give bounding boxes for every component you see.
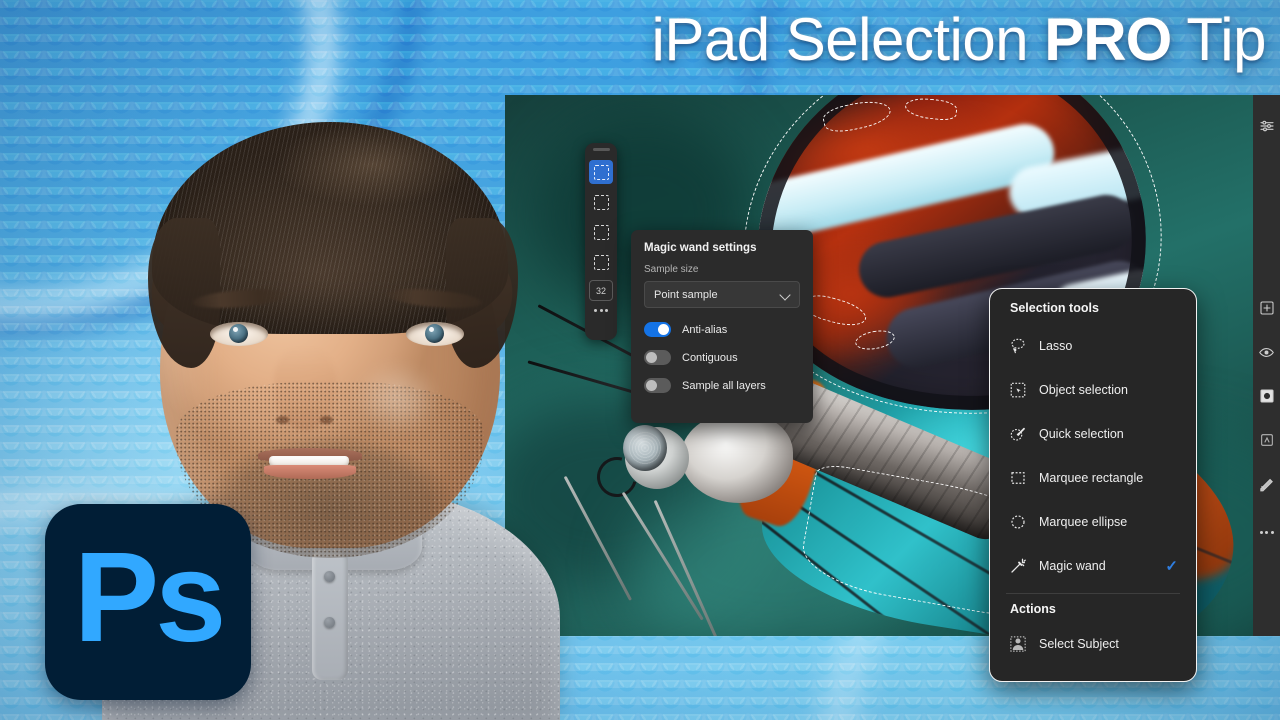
tool-item-quick-selection[interactable]: Quick selection <box>990 412 1196 456</box>
title-emphasis: PRO <box>1044 6 1172 73</box>
mask-icon[interactable] <box>1256 385 1278 407</box>
presenter-hair-side <box>148 218 220 368</box>
sample-size-dropdown[interactable]: Point sample <box>644 281 800 308</box>
sample-size-value: Point sample <box>654 288 718 301</box>
adjustment-icon[interactable] <box>1256 473 1278 495</box>
eye-icon[interactable] <box>1256 341 1278 363</box>
presenter-shirt-button <box>324 617 335 628</box>
screenshot-stage: 32 Magic wand settings Sample size Point… <box>0 0 1280 720</box>
anti-alias-row[interactable]: Anti-alias <box>644 322 800 337</box>
magic-wand-icon <box>1008 556 1028 576</box>
actions-heading: Actions <box>1010 602 1056 616</box>
presenter-eye <box>210 322 268 346</box>
intersect-selection-button[interactable] <box>589 250 613 274</box>
photoshop-logo: Ps <box>45 504 251 700</box>
sample-all-layers-toggle[interactable] <box>644 378 671 393</box>
tool-label: Quick selection <box>1039 427 1124 441</box>
quick-selection-icon <box>1008 424 1028 444</box>
tool-item-lasso[interactable]: Lasso <box>990 324 1196 368</box>
tool-item-marquee-rectangle[interactable]: Marquee rectangle <box>990 456 1196 500</box>
subtract-from-selection-button[interactable] <box>589 220 613 244</box>
tool-label: Object selection <box>1039 383 1128 397</box>
object-selection-icon <box>1008 380 1028 400</box>
contiguous-toggle[interactable] <box>644 350 671 365</box>
magic-wand-settings-panel: Magic wand settings Sample size Point sa… <box>631 230 813 423</box>
presenter-mouth <box>258 448 362 479</box>
subtract-from-selection-icon <box>593 224 609 240</box>
more-dots-icon[interactable] <box>1256 521 1278 543</box>
presenter-placket <box>312 550 348 680</box>
butterfly-thorax <box>681 413 793 503</box>
anti-alias-toggle[interactable] <box>644 322 671 337</box>
presenter-cheek-highlight <box>354 362 440 436</box>
contiguous-label: Contiguous <box>682 351 738 364</box>
add-layer-icon[interactable] <box>1256 297 1278 319</box>
panel-divider <box>1006 593 1180 594</box>
right-toolbar[interactable] <box>1253 95 1280 636</box>
action-item-select-subject[interactable]: Select Subject <box>990 622 1196 666</box>
presenter-eye <box>406 322 464 346</box>
selected-check-icon: ✓ <box>1165 557 1178 575</box>
panel-title: Magic wand settings <box>644 242 757 254</box>
selection-tools-panel: Selection tools Lasso Object selection Q… <box>989 288 1197 682</box>
presenter-shirt-button <box>324 571 335 582</box>
add-to-selection-icon <box>593 194 609 210</box>
rail-more-icon[interactable] <box>594 309 608 312</box>
new-selection-icon <box>593 164 609 180</box>
tool-label: Lasso <box>1039 339 1073 353</box>
title-part-2: Tip <box>1171 6 1266 73</box>
sample-all-layers-row[interactable]: Sample all layers <box>644 378 800 393</box>
selection-mode-rail[interactable]: 32 <box>585 143 617 340</box>
sample-all-layers-label: Sample all layers <box>682 379 766 392</box>
page-title: iPad Selection PRO Tip <box>651 8 1266 71</box>
tool-item-magic-wand[interactable]: Magic wand ✓ <box>990 544 1196 588</box>
tolerance-value[interactable]: 32 <box>589 280 613 301</box>
rail-drag-handle[interactable] <box>592 148 610 151</box>
add-to-selection-button[interactable] <box>589 190 613 214</box>
clipping-mask-icon[interactable] <box>1256 429 1278 451</box>
tool-label: Magic wand <box>1039 559 1106 573</box>
new-selection-button[interactable] <box>589 160 613 184</box>
contiguous-row[interactable]: Contiguous <box>644 350 800 365</box>
tool-label: Marquee ellipse <box>1039 515 1128 529</box>
sliders-icon[interactable] <box>1256 115 1278 137</box>
title-part-1: iPad Selection <box>651 6 1045 73</box>
lasso-icon <box>1008 336 1028 356</box>
intersect-selection-icon <box>593 254 609 270</box>
anti-alias-label: Anti-alias <box>682 323 728 336</box>
marquee-rectangle-icon <box>1008 468 1028 488</box>
tool-item-object-selection[interactable]: Object selection <box>990 368 1196 412</box>
action-label: Select Subject <box>1039 637 1119 651</box>
marquee-ellipse-icon <box>1008 512 1028 532</box>
selection-tools-heading: Selection tools <box>1010 301 1099 315</box>
chevron-down-icon <box>781 290 790 299</box>
photoshop-logo-text: Ps <box>73 526 227 669</box>
select-subject-icon <box>1008 634 1028 654</box>
tool-label: Marquee rectangle <box>1039 471 1144 485</box>
tool-item-marquee-ellipse[interactable]: Marquee ellipse <box>990 500 1196 544</box>
sample-size-label: Sample size <box>644 264 699 275</box>
